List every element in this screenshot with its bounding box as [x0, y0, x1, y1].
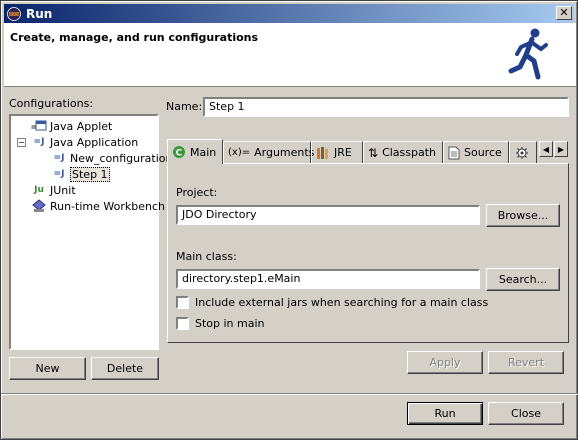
- search-button[interactable]: Search...: [486, 268, 560, 291]
- configurations-label: Configurations:: [9, 97, 94, 110]
- running-man-icon: [508, 28, 548, 80]
- revert-button[interactable]: Revert: [488, 351, 564, 374]
- tree-item-label: Java Application: [50, 135, 139, 149]
- eclipse-icon: [7, 6, 21, 21]
- tab-arguments[interactable]: (x)= Arguments: [223, 141, 314, 163]
- common-icon: [514, 146, 530, 160]
- tree-item-java-applet[interactable]: = Java Applet: [31, 118, 112, 134]
- tree-item-step-1[interactable]: =J Step 1: [51, 166, 110, 182]
- tree-item-new-configuration[interactable]: =J New_configuration: [51, 150, 173, 166]
- tree-item-label: Java Applet: [50, 119, 113, 133]
- tab-strip: C Main (x)= Arguments JRE ⇅ Classpath So…: [167, 139, 569, 164]
- close-window-button[interactable]: ✕: [556, 6, 572, 20]
- new-button[interactable]: New: [9, 357, 86, 380]
- browse-button[interactable]: Browse...: [486, 204, 560, 227]
- svg-text:C: C: [176, 149, 183, 159]
- tab-main[interactable]: C Main: [167, 139, 223, 164]
- arguments-icon: (x)=: [228, 147, 251, 158]
- separator: [1, 393, 578, 395]
- jre-icon: [316, 146, 330, 160]
- tree-item-junit[interactable]: Ju JUnit: [31, 182, 76, 198]
- applet-icon: =: [31, 119, 47, 133]
- tab-source[interactable]: Source: [443, 141, 509, 163]
- main-class-label: Main class:: [176, 250, 237, 263]
- tab-scroll-right-icon[interactable]: ▶: [554, 141, 568, 157]
- checkbox-box[interactable]: [176, 296, 189, 309]
- checkbox-label: Include external jars when searching for…: [195, 296, 489, 309]
- junit-icon: Ju: [34, 185, 44, 195]
- run-button[interactable]: Run: [407, 402, 483, 425]
- tree-item-java-application[interactable]: =J Java Application: [31, 134, 139, 150]
- tab-scroll-left-icon[interactable]: ◀: [539, 141, 553, 157]
- tree-item-runtime-workbench[interactable]: Run-time Workbench: [31, 198, 165, 214]
- workbench-icon: [31, 199, 47, 213]
- project-label: Project:: [176, 186, 218, 199]
- banner-headline: Create, manage, and run configurations: [10, 31, 259, 44]
- close-button[interactable]: Close: [488, 402, 564, 425]
- classpath-icon: ⇅: [368, 145, 379, 160]
- java-app-icon: =J: [33, 137, 45, 147]
- main-class-field[interactable]: directory.step1.eMain: [176, 269, 480, 289]
- tab-jre[interactable]: JRE: [311, 141, 363, 163]
- title-bar[interactable]: Run ✕: [4, 4, 574, 23]
- name-label: Name:: [166, 100, 203, 113]
- configurations-tree[interactable]: = Java Applet − =J Java Application =J N…: [9, 114, 172, 350]
- tree-item-label: Run-time Workbench: [50, 199, 166, 213]
- include-external-jars-checkbox[interactable]: Include external jars when searching for…: [176, 296, 488, 309]
- name-field[interactable]: Step 1: [203, 97, 569, 117]
- stop-in-main-checkbox[interactable]: Stop in main: [176, 317, 265, 330]
- source-icon: [448, 146, 460, 160]
- tree-item-label: New_configuration: [70, 151, 173, 165]
- svg-text:=: =: [31, 123, 37, 133]
- main-class-icon: C: [172, 145, 186, 159]
- tree-item-label: Step 1: [70, 166, 110, 182]
- java-config-icon: =J: [53, 169, 65, 179]
- java-config-icon: =J: [53, 153, 65, 163]
- run-dialog: Run ✕ Create, manage, and run configurat…: [0, 0, 578, 440]
- delete-button[interactable]: Delete: [91, 357, 159, 380]
- checkbox-box[interactable]: [176, 317, 189, 330]
- main-tab-panel: Project: JDO Directory Browse... Main cl…: [167, 163, 569, 343]
- tab-common[interactable]: [509, 141, 537, 163]
- checkbox-label: Stop in main: [195, 317, 265, 330]
- tab-classpath[interactable]: ⇅ Classpath: [363, 141, 443, 163]
- window-title: Run: [26, 6, 53, 21]
- collapse-toggle[interactable]: −: [17, 138, 26, 147]
- header-banner: Create, manage, and run configurations: [4, 23, 576, 87]
- project-field[interactable]: JDO Directory: [176, 205, 480, 225]
- apply-button[interactable]: Apply: [407, 351, 483, 374]
- tree-item-label: JUnit: [50, 183, 76, 197]
